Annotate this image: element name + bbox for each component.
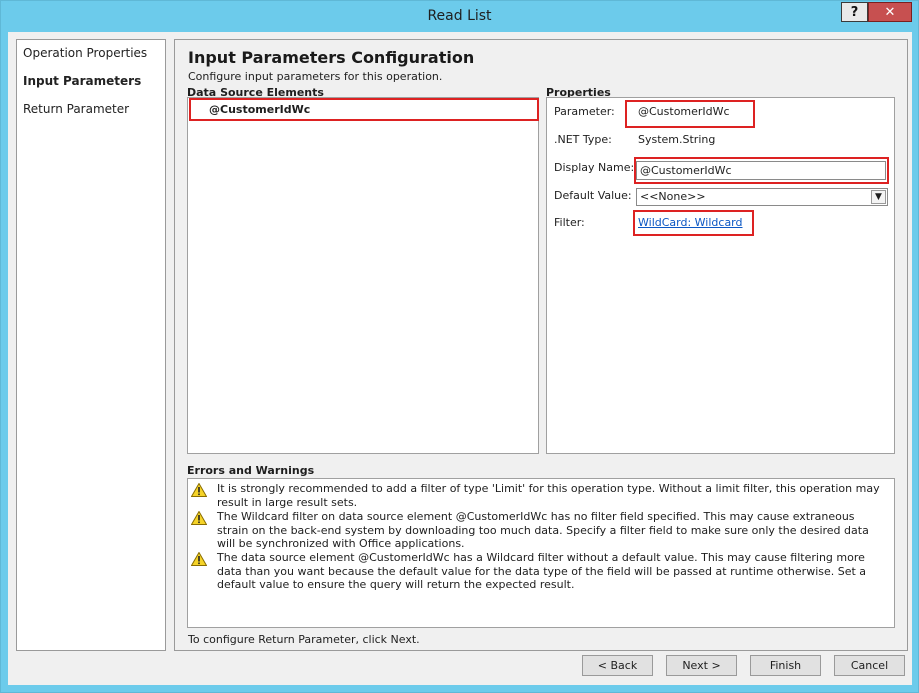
data-source-item[interactable]: @CustomerIdWc — [209, 103, 310, 116]
main-panel: Input Parameters Configuration Configure… — [174, 39, 908, 651]
warning-icon — [191, 511, 207, 525]
title-bar[interactable]: Read List ? ✕ — [1, 1, 918, 32]
default-value-select[interactable]: <<None>> ▼ — [636, 188, 888, 206]
window-title: Read List — [427, 8, 492, 24]
chevron-down-icon[interactable]: ▼ — [871, 190, 886, 204]
close-button[interactable]: ✕ — [868, 2, 912, 22]
display-name-label: Display Name: — [554, 161, 635, 174]
footer-hint: To configure Return Parameter, click Nex… — [188, 633, 420, 646]
default-value-selected: <<None>> — [640, 190, 706, 203]
parameter-value: @CustomerIdWc — [638, 105, 730, 118]
data-source-list[interactable]: @CustomerIdWc — [187, 97, 539, 454]
nav-item-input-parameters[interactable]: Input Parameters — [23, 74, 141, 88]
net-type-label: .NET Type: — [554, 133, 612, 146]
errors-list[interactable]: It is strongly recommended to add a filt… — [187, 478, 895, 628]
warning-text: The data source element @CustomerIdWc ha… — [217, 551, 867, 591]
finish-button[interactable]: Finish — [750, 655, 821, 676]
nav-item-return-parameter[interactable]: Return Parameter — [23, 102, 129, 116]
page-title: Input Parameters Configuration — [188, 48, 475, 67]
next-button[interactable]: Next > — [666, 655, 737, 676]
warning-icon — [191, 552, 207, 566]
nav-item-operation-properties[interactable]: Operation Properties — [23, 46, 147, 60]
properties-panel: Parameter: @CustomerIdWc .NET Type: Syst… — [546, 97, 895, 454]
errors-heading: Errors and Warnings — [187, 464, 315, 477]
warning-text: The Wildcard filter on data source eleme… — [217, 510, 869, 550]
default-value-label: Default Value: — [554, 189, 632, 202]
warning-icon — [191, 483, 207, 497]
back-button[interactable]: < Back — [582, 655, 653, 676]
warning-text: It is strongly recommended to add a filt… — [217, 482, 880, 509]
filter-link[interactable]: WildCard: Wildcard — [638, 216, 743, 229]
dialog-body: Operation Properties Input Parameters Re… — [8, 32, 912, 685]
display-name-field[interactable]: @CustomerIdWc — [636, 161, 886, 180]
parameter-label: Parameter: — [554, 105, 615, 118]
dialog-window: Read List ? ✕ Operation Properties Input… — [0, 0, 919, 693]
wizard-nav: Operation Properties Input Parameters Re… — [16, 39, 166, 651]
page-description: Configure input parameters for this oper… — [188, 70, 443, 83]
filter-label: Filter: — [554, 216, 585, 229]
cancel-button[interactable]: Cancel — [834, 655, 905, 676]
net-type-value: System.String — [638, 133, 716, 146]
help-button[interactable]: ? — [841, 2, 868, 22]
